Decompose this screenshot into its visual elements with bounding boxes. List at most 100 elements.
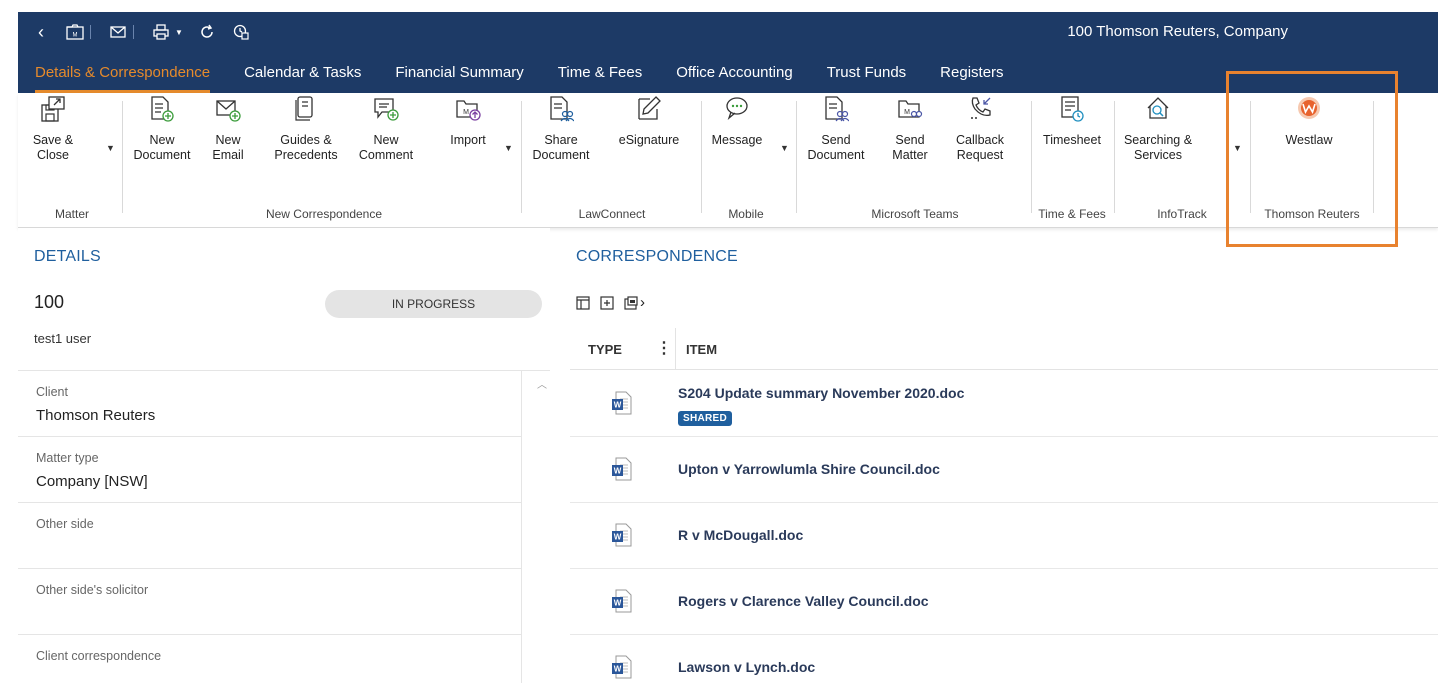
correspondence-row[interactable]: W Upton v Yarrowlumla Shire Council.doc — [570, 437, 1438, 503]
field-label: Other side — [36, 517, 94, 531]
window-edge — [1438, 12, 1453, 683]
svg-text:M: M — [463, 109, 469, 116]
correspondence-item-name[interactable]: Lawson v Lynch.doc — [678, 659, 815, 675]
word-document-icon: W — [612, 457, 632, 481]
import-dropdown-arrow[interactable]: ▼ — [504, 143, 513, 153]
email-icon[interactable] — [107, 21, 129, 43]
new-comment-button[interactable]: New Comment — [353, 95, 419, 163]
time-record-icon[interactable] — [230, 21, 252, 43]
ribbon-separator — [796, 101, 797, 213]
save-close-label: Save & Close — [32, 133, 74, 162]
svg-text:W: W — [614, 665, 622, 674]
timesheet-label: Timesheet — [1043, 133, 1101, 147]
export-icon[interactable] — [624, 295, 638, 310]
print-icon[interactable] — [150, 21, 172, 43]
column-item[interactable]: ITEM — [686, 342, 717, 357]
field-other-side[interactable]: Other side — [18, 503, 522, 569]
columns-icon[interactable] — [576, 295, 590, 310]
details-panel: DETAILS 100 IN PROGRESS test1 user Clien… — [18, 228, 550, 683]
svg-text:W: W — [614, 533, 622, 542]
field-other-side-solicitor[interactable]: Other side's solicitor — [18, 569, 522, 635]
word-document-icon: W — [612, 589, 632, 613]
column-divider[interactable] — [675, 328, 676, 370]
save-close-button[interactable]: Save & Close — [28, 95, 78, 163]
message-button[interactable]: Message — [711, 95, 763, 148]
message-dropdown-arrow[interactable]: ▼ — [780, 143, 789, 153]
field-matter-type[interactable]: Matter type Company [NSW] — [18, 437, 522, 503]
send-document-label: Send Document — [807, 133, 865, 162]
correspondence-row[interactable]: W Lawson v Lynch.doc — [570, 635, 1438, 683]
import-button[interactable]: M Import — [443, 95, 493, 148]
field-label: Matter type — [36, 451, 99, 465]
esignature-button[interactable]: eSignature — [616, 95, 682, 148]
field-client[interactable]: Client Thomson Reuters — [18, 371, 522, 437]
new-email-icon — [216, 100, 241, 122]
matter-icon[interactable]: M — [64, 21, 86, 43]
new-email-button[interactable]: New Email — [208, 95, 248, 163]
group-label-time-fees: Time & Fees — [1038, 207, 1106, 221]
correspondence-column-header: TYPE ⋮ ITEM — [570, 328, 1438, 370]
new-document-icon — [151, 96, 174, 122]
field-client-correspondence[interactable]: Client correspondence — [18, 635, 522, 683]
word-document-icon: W — [612, 655, 632, 679]
esignature-icon — [638, 96, 661, 120]
field-label: Other side's solicitor — [36, 583, 149, 597]
ribbon-separator — [701, 101, 702, 213]
tab-time-fees[interactable]: Time & Fees — [541, 52, 659, 93]
send-matter-icon: M — [898, 100, 923, 118]
tab-calendar-tasks[interactable]: Calendar & Tasks — [227, 52, 378, 93]
column-type[interactable]: TYPE — [588, 342, 622, 357]
guides-precedents-button[interactable]: Guides & Precedents — [273, 95, 339, 163]
field-value: Company [NSW] — [36, 473, 148, 490]
status-badge[interactable]: IN PROGRESS — [325, 290, 542, 318]
refresh-icon[interactable] — [196, 21, 218, 43]
tab-trust-funds[interactable]: Trust Funds — [810, 52, 923, 93]
back-icon[interactable]: ‹ — [30, 21, 52, 43]
svg-text:W: W — [614, 401, 622, 410]
column-menu-icon[interactable]: ⋮ — [656, 338, 672, 358]
correspondence-item-name[interactable]: S204 Update summary November 2020.doc — [678, 385, 964, 401]
add-item-icon[interactable] — [600, 295, 614, 310]
correspondence-heading: CORRESPONDENCE — [576, 248, 738, 265]
save-close-dropdown-arrow[interactable]: ▼ — [106, 143, 115, 153]
more-chevron-icon[interactable]: › — [640, 294, 645, 311]
tab-registers[interactable]: Registers — [923, 52, 1020, 93]
new-document-button[interactable]: New Document — [132, 95, 192, 163]
svg-text:M: M — [73, 33, 78, 39]
westlaw-highlight-box — [1226, 71, 1398, 247]
tab-bar: Details & Correspondence Calendar & Task… — [18, 52, 1438, 93]
correspondence-item-name[interactable]: R v McDougall.doc — [678, 527, 803, 543]
message-label: Message — [711, 133, 763, 147]
correspondence-item-name[interactable]: Rogers v Clarence Valley Council.doc — [678, 593, 929, 609]
send-document-button[interactable]: Send Document — [806, 95, 866, 163]
searching-services-button[interactable]: Searching & Services — [1122, 95, 1194, 163]
timesheet-button[interactable]: Timesheet — [1038, 95, 1106, 148]
callback-request-button[interactable]: Callback Request — [952, 95, 1008, 163]
group-label-new-correspondence: New Correspondence — [265, 207, 383, 221]
correspondence-item-name[interactable]: Upton v Yarrowlumla Shire Council.doc — [678, 461, 940, 477]
ribbon-separator — [1031, 101, 1032, 213]
title-bar: ‹ M ▼ 100 Thomson Reuters, Company — [18, 12, 1438, 52]
share-document-button[interactable]: Share Document — [532, 95, 590, 163]
send-matter-label: Send Matter — [892, 133, 928, 162]
correspondence-row[interactable]: W Rogers v Clarence Valley Council.doc — [570, 569, 1438, 635]
tab-financial-summary[interactable]: Financial Summary — [378, 52, 540, 93]
correspondence-row[interactable]: W R v McDougall.doc — [570, 503, 1438, 569]
tab-details-correspondence[interactable]: Details & Correspondence — [18, 52, 227, 93]
send-document-icon — [825, 96, 849, 122]
dropdown-arrow-icon[interactable]: ▼ — [174, 21, 184, 43]
svg-text:W: W — [614, 599, 622, 608]
new-document-label: New Document — [133, 133, 191, 162]
callback-request-icon — [971, 97, 991, 119]
send-matter-button[interactable]: M Send Matter — [888, 95, 932, 163]
save-icon — [41, 96, 65, 122]
toolbar-separator — [133, 25, 134, 39]
group-label-microsoft-teams: Microsoft Teams — [871, 207, 959, 221]
tab-office-accounting[interactable]: Office Accounting — [659, 52, 809, 93]
import-icon: M — [456, 100, 481, 121]
correspondence-row[interactable]: W S204 Update summary November 2020.doc … — [570, 371, 1438, 437]
field-label: Client correspondence — [36, 649, 162, 663]
scroll-up-icon[interactable]: ︿ — [537, 376, 547, 391]
ribbon: Save & Close ▼ Matter New Document New E… — [18, 93, 1438, 228]
ribbon-separator — [122, 101, 123, 213]
